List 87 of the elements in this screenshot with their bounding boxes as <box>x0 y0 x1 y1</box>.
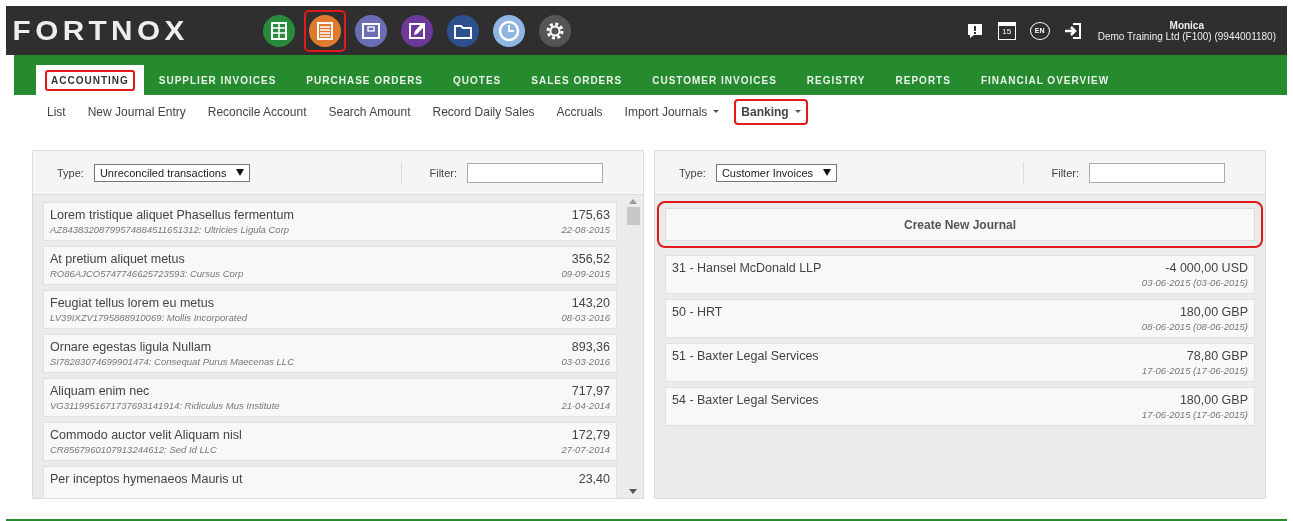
row-amount: 356,52 <box>570 251 610 267</box>
row-title: Per inceptos hymenaeos Mauris ut <box>50 471 243 487</box>
row-date: 22-08-2015 <box>561 223 610 237</box>
alert-icon[interactable] <box>965 21 984 40</box>
user-name[interactable]: Monica <box>1169 19 1204 31</box>
scrollbar-thumb[interactable] <box>626 207 640 225</box>
subnav-link[interactable]: New Journal Entry <box>80 98 193 125</box>
filter-field[interactable] <box>1089 162 1225 183</box>
nav-tab[interactable]: SALES ORDERS <box>516 65 638 95</box>
row-amount: 180,00 GBP <box>1178 304 1248 320</box>
subnav-link[interactable]: Import Journals <box>617 98 727 125</box>
row-date: 17-06-2015 (17-06-2015) <box>1141 408 1248 422</box>
row-title: At pretium aliquet metus <box>50 251 186 267</box>
logo: FORTNOX <box>11 15 190 46</box>
filter-field[interactable] <box>467 162 603 183</box>
row-date: 03-06-2015 (03-06-2015) <box>1141 276 1248 290</box>
list-row[interactable]: At pretium aliquet metus RO86AJCO5747746625723593: Cursus Corp 356,52 09-09-2015 <box>43 246 617 285</box>
row-date: 09-09-2015 <box>561 267 610 281</box>
dropdown-arrow-icon <box>823 169 831 176</box>
company-name: Demo Training Ltd (F100) (9944001180) <box>1097 30 1276 42</box>
caret-icon <box>713 110 720 113</box>
subnav-link[interactable]: Reconcile Account <box>200 98 314 125</box>
filter-label: Filter: <box>429 166 457 179</box>
nav-tab[interactable]: CUSTOMER INVOICES <box>637 65 792 95</box>
filter-label: Filter: <box>1051 166 1079 179</box>
list-row[interactable]: 54 - Baxter Legal Services 180,00 GBP 17-06-2015 (17-06-2015) <box>665 387 1255 426</box>
row-date: 21-04-2014 <box>561 399 610 413</box>
logout-icon[interactable] <box>1063 21 1082 40</box>
row-title: 31 - Hansel McDonald LLP <box>672 260 822 276</box>
type-dropdown[interactable]: Unreconciled transactions <box>93 163 251 182</box>
row-amount: 175,63 <box>570 207 610 223</box>
list-row[interactable]: Aliquam enim nec VG3119951671737693141914: Ridiculus Mus Institute 717,97 21-04-2014 <box>43 378 617 417</box>
dropdown-arrow-icon <box>236 169 245 176</box>
row-amount: 143,20 <box>570 295 610 311</box>
row-amount: 717,97 <box>570 383 610 399</box>
subnav-link[interactable]: Accruals <box>549 98 610 125</box>
nav-tab[interactable]: REGISTRY <box>791 65 881 95</box>
calendar-icon[interactable]: 15 <box>997 21 1016 40</box>
row-title: Aliquam enim nec <box>50 383 151 399</box>
row-detail: RO86AJCO5747746625723593: Cursus Corp <box>50 267 244 281</box>
type-dropdown[interactable]: Customer Invoices <box>715 163 837 182</box>
type-label: Type: <box>679 166 706 179</box>
row-title: 50 - HRT <box>672 304 723 320</box>
list-row[interactable]: Ornare egestas ligula Nullam SI78283074699901474: Consequat Purus Maecenas LLC 893,36 03-03-2016 <box>43 334 617 373</box>
list-row[interactable]: Lorem tristique aliquet Phasellus fermentum AZ84383208799574884511651312: Ultricies Ligula Corp 175,63 22-08-2015 <box>43 202 617 241</box>
row-amount: 172,79 <box>570 427 610 443</box>
nav-tab[interactable]: ACCOUNTING <box>36 65 144 95</box>
row-amount: 893,36 <box>570 339 610 355</box>
subnav-link[interactable]: List <box>40 98 73 125</box>
list-row[interactable]: 50 - HRT 180,00 GBP 08-06-2015 (08-06-2015) <box>665 299 1255 338</box>
row-detail: LV39IXZV1795888910069: Mollis Incorporated <box>50 311 247 325</box>
type-label: Type: <box>57 166 84 179</box>
row-date: 17-06-2015 (17-06-2015) <box>1141 364 1248 378</box>
row-detail: SI78283074699901474: Consequat Purus Maecenas LLC <box>50 355 295 369</box>
row-amount: 180,00 GBP <box>1178 392 1248 408</box>
row-detail: AZ84383208799574884511651312: Ultricies Ligula Corp <box>50 223 291 237</box>
nav-tab[interactable]: PURCHASE ORDERS <box>291 65 439 95</box>
create-journal-button[interactable]: Create New Journal <box>665 208 1255 241</box>
list-row[interactable]: 31 - Hansel McDonald LLP -4 000,00 USD 03-06-2015 (03-06-2015) <box>665 255 1255 294</box>
subnav-link[interactable]: Search Amount <box>321 98 418 125</box>
nav-tab[interactable]: SUPPLIER INVOICES <box>143 65 292 95</box>
subnav-link[interactable]: Record Daily Sales <box>425 98 542 125</box>
row-detail: VG3119951671737693141914: Ridiculus Mus Institute <box>50 399 280 413</box>
list-row[interactable]: 51 - Baxter Legal Services 78,80 GBP 17-06-2015 (17-06-2015) <box>665 343 1255 382</box>
caret-icon <box>794 110 801 113</box>
row-amount: -4 000,00 USD <box>1164 260 1248 276</box>
row-detail: CR8567960107913244612: Sed Id LLC <box>50 443 218 457</box>
row-title: Feugiat tellus lorem eu metus <box>50 295 215 311</box>
list-row[interactable]: Per inceptos hymenaeos Mauris ut 23,40 <box>43 466 617 498</box>
row-date: 08-06-2015 (08-06-2015) <box>1141 320 1248 334</box>
row-title: Commodo auctor velit Aliquam nisl <box>50 427 242 443</box>
row-date: 27-07-2014 <box>561 443 610 457</box>
row-title: 51 - Baxter Legal Services <box>672 348 819 364</box>
row-title: Lorem tristique aliquet Phasellus fermentum <box>50 207 294 223</box>
row-date: 08-03-2016 <box>561 311 610 325</box>
list-row[interactable]: Feugiat tellus lorem eu metus LV39IXZV1795888910069: Mollis Incorporated 143,20 08-03-2016 <box>43 290 617 329</box>
row-amount: 23,40 <box>578 471 610 487</box>
nav-tab[interactable]: QUOTES <box>438 65 517 95</box>
row-title: 54 - Baxter Legal Services <box>672 392 819 408</box>
row-date: 03-03-2016 <box>561 355 610 369</box>
row-amount: 78,80 GBP <box>1185 348 1248 364</box>
subnav-link[interactable]: Banking <box>734 98 808 125</box>
list-row[interactable]: Commodo auctor velit Aliquam nisl CR8567960107913244612: Sed Id LLC 172,79 27-07-2014 <box>43 422 617 461</box>
nav-tab[interactable]: REPORTS <box>880 65 966 95</box>
scroll-down-icon[interactable] <box>629 489 637 494</box>
nav-tab[interactable]: FINANCIAL OVERVIEW <box>965 65 1125 95</box>
row-title: Ornare egestas ligula Nullam <box>50 339 213 355</box>
